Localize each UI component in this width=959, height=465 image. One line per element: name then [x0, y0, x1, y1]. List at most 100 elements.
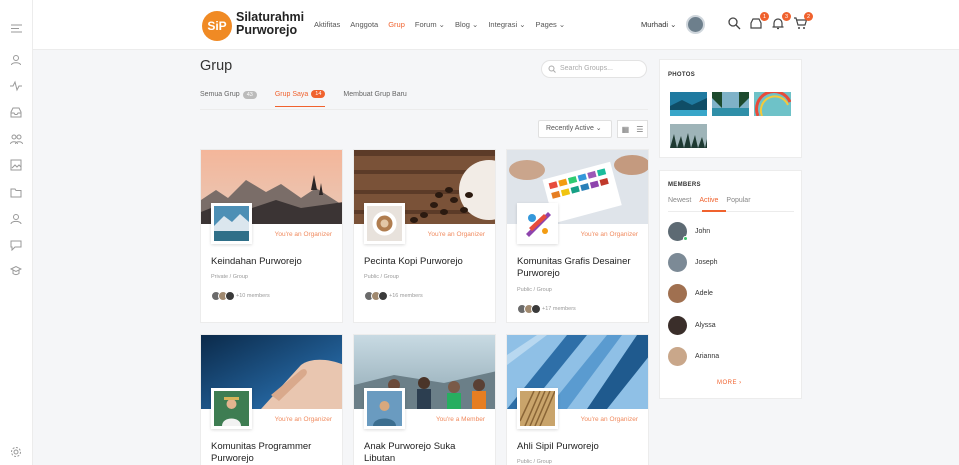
member-name: Adele — [695, 290, 713, 297]
member-name: Alyssa — [695, 322, 716, 329]
more-members-link[interactable]: MORE › — [717, 380, 742, 386]
tab-label: Membuat Grup Baru — [343, 91, 407, 98]
member-role: You're an Organizer — [274, 231, 332, 238]
group-members: +17 members — [517, 304, 576, 314]
tabs-divider — [200, 109, 648, 110]
tab-newest[interactable]: Newest — [668, 197, 691, 204]
courses-icon[interactable] — [8, 263, 24, 279]
nav-item-integrasi[interactable]: Integrasi ⌄ — [488, 20, 525, 29]
folder-icon[interactable] — [8, 184, 24, 200]
logo-text: SiP — [207, 19, 227, 33]
tab-grup-saya[interactable]: Grup Saya 14 — [274, 90, 326, 107]
nav-item-grup[interactable]: Grup — [388, 20, 405, 29]
brand-name[interactable]: Silaturahmi Purworejo — [236, 11, 304, 37]
avatar — [668, 284, 687, 303]
group-card[interactable]: You're an Organizer Keindahan Purworejo … — [200, 149, 343, 323]
member-count: +10 members — [236, 293, 270, 299]
view-toggle: ▦ ☰ — [617, 120, 648, 138]
list-view-icon[interactable]: ☰ — [636, 125, 643, 134]
avatar — [668, 347, 687, 366]
group-title[interactable]: Keindahan Purworejo — [211, 256, 336, 268]
notifications-badge: 3 — [782, 12, 791, 21]
search-input-icon — [548, 65, 556, 73]
photo-thumbnail[interactable] — [712, 92, 749, 116]
photo-thumbnail[interactable] — [670, 124, 707, 148]
member-role: You're a Member — [435, 416, 485, 423]
group-card[interactable]: You're an Organizer Komunitas Grafis Des… — [506, 149, 649, 323]
nav-item-aktifitas[interactable]: Aktifitas — [314, 20, 340, 29]
nav-item-forum[interactable]: Forum ⌄ — [415, 20, 445, 29]
photos-icon[interactable] — [8, 157, 24, 173]
online-status-dot — [683, 236, 688, 241]
tab-label: Semua Grup — [200, 91, 240, 98]
group-card[interactable]: You're an Organizer Ahli Sipil Purworejo… — [506, 334, 649, 465]
group-card[interactable]: You're a Member Anak Purworejo Suka Libu… — [353, 334, 496, 465]
tab-active[interactable]: Active — [699, 197, 718, 204]
nav-item-anggota[interactable]: Anggota — [350, 20, 378, 29]
member-item[interactable]: Arianna — [668, 347, 719, 366]
sort-select[interactable]: Recently Active ⌄ — [538, 120, 612, 138]
group-title[interactable]: Pecinta Kopi Purworejo — [364, 256, 489, 268]
avatar — [668, 253, 687, 272]
top-navigation-bar: SiP Silaturahmi Purworejo Aktifitas Angg… — [33, 0, 959, 50]
photo-thumbnail[interactable] — [670, 92, 707, 116]
avatar — [668, 316, 687, 335]
group-card[interactable]: You're an Organizer Pecinta Kopi Purwore… — [353, 149, 496, 323]
photo-thumbnail[interactable] — [754, 90, 792, 117]
group-title[interactable]: Komunitas Grafis Desainer Purworejo — [517, 256, 642, 280]
group-title[interactable]: Ahli Sipil Purworejo — [517, 441, 642, 453]
search-placeholder: Search Groups... — [560, 65, 613, 72]
cart-icon[interactable]: 2 — [793, 12, 813, 32]
settings-icon[interactable] — [8, 444, 24, 460]
member-count: +16 members — [389, 293, 423, 299]
user-group-icon[interactable] — [8, 211, 24, 227]
group-privacy: Private / Group — [211, 274, 248, 280]
messages-badge: 1 — [760, 12, 769, 21]
tab-membuat-grup-baru[interactable]: Membuat Grup Baru — [343, 90, 406, 107]
search-icon[interactable] — [727, 16, 743, 32]
nav-item-pages[interactable]: Pages ⌄ — [535, 20, 565, 29]
group-avatar — [517, 203, 558, 244]
activity-icon[interactable] — [8, 78, 24, 94]
nav-item-blog[interactable]: Blog ⌄ — [455, 20, 478, 29]
search-groups-input[interactable]: Search Groups... — [541, 60, 647, 78]
profile-icon[interactable] — [8, 52, 24, 68]
group-title[interactable]: Komunitas Programmer Purworejo — [211, 441, 336, 465]
avatar — [668, 222, 688, 241]
member-item[interactable]: Adele — [668, 284, 713, 303]
member-name: Arianna — [695, 353, 720, 360]
group-avatar — [211, 203, 252, 244]
tab-popular[interactable]: Popular — [726, 197, 750, 204]
messages-icon[interactable]: 1 — [749, 12, 769, 32]
member-item[interactable]: John — [668, 222, 710, 241]
notifications-bell-icon[interactable]: 3 — [771, 12, 791, 32]
group-avatar — [211, 388, 252, 429]
member-item[interactable]: Joseph — [668, 253, 718, 272]
group-members: +10 members — [211, 291, 270, 301]
group-card[interactable]: You're an Organizer Komunitas Programmer… — [200, 334, 343, 465]
group-avatar — [364, 203, 405, 244]
members-tabs-divider — [668, 211, 794, 212]
group-title[interactable]: Anak Purworejo Suka Libutan — [364, 441, 489, 465]
page-title: Grup — [200, 58, 233, 74]
member-item[interactable]: Alyssa — [668, 316, 716, 335]
site-logo[interactable]: SiP — [202, 11, 232, 41]
main-nav: Aktifitas Anggota Grup Forum ⌄ Blog ⌄ In… — [314, 20, 565, 29]
member-name: Joseph — [695, 259, 718, 266]
brand-line-2: Purworejo — [236, 23, 298, 37]
cart-badge: 2 — [804, 12, 813, 21]
member-name: John — [695, 228, 711, 235]
tab-semua-grup[interactable]: Semua Grup 43 — [200, 90, 257, 107]
group-privacy: Public / Group — [517, 459, 552, 465]
user-menu[interactable]: Murhadi ⌄ — [641, 20, 676, 29]
user-avatar[interactable] — [686, 15, 705, 34]
members-title: MEMBERS — [668, 182, 701, 188]
member-role: You're an Organizer — [274, 416, 332, 423]
menu-toggle-icon[interactable] — [8, 20, 24, 36]
members-tabs: Newest Active Popular — [668, 197, 751, 204]
members-icon[interactable] — [8, 131, 24, 147]
group-privacy: Public / Group — [517, 287, 552, 293]
forum-icon[interactable] — [8, 237, 24, 253]
inbox-icon[interactable] — [8, 104, 24, 120]
grid-view-icon[interactable]: ▦ — [622, 125, 630, 134]
